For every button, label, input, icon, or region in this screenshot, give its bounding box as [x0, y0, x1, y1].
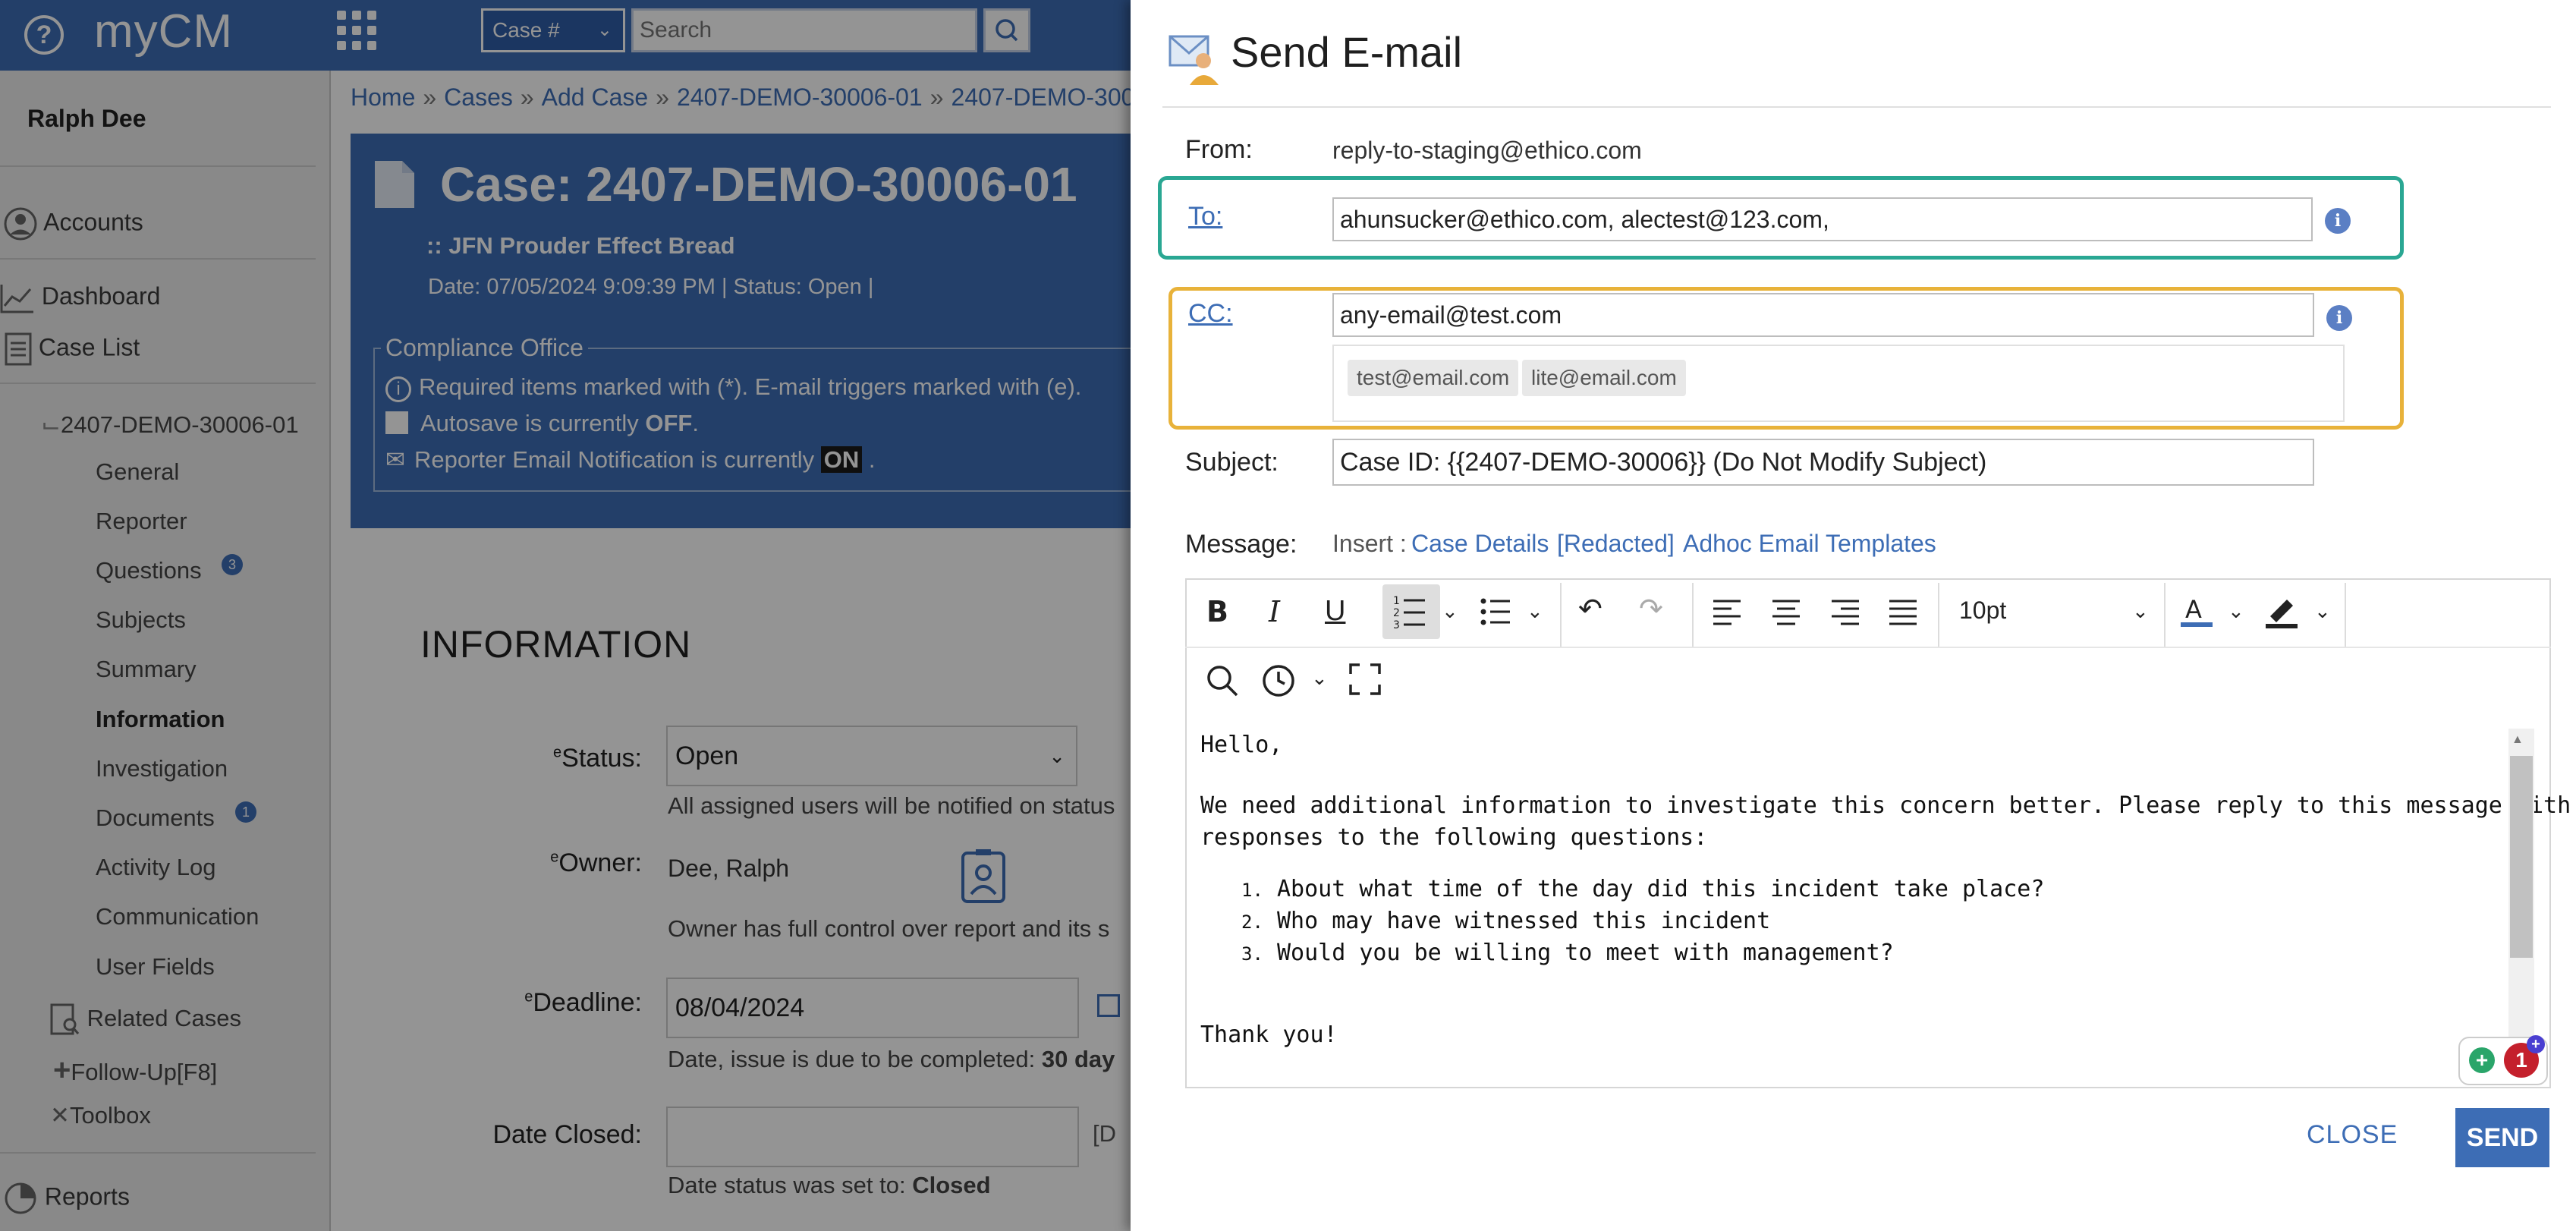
font-size-select[interactable]: 10pt [1959, 597, 2006, 625]
message-question-text: Would you be willing to meet with manage… [1276, 940, 1894, 966]
cc-input[interactable]: any-email@test.com [1332, 293, 2314, 337]
modal-backdrop[interactable] [0, 0, 1131, 1231]
numbered-list-button[interactable]: 123 [1382, 584, 1440, 639]
chevron-down-icon[interactable]: ⌄ [1311, 666, 1328, 690]
cc-suggestion-tag[interactable]: test@email.com [1348, 360, 1519, 396]
chevron-down-icon[interactable]: ⌄ [2132, 600, 2149, 623]
underline-icon[interactable]: U [1325, 595, 1345, 628]
cc-suggestion-tag[interactable]: lite@email.com [1522, 360, 1686, 396]
message-question: 2. Who may have witnessed this incident [1241, 908, 1771, 934]
cc-link[interactable]: CC: [1188, 299, 1233, 329]
divider [2164, 583, 2166, 648]
message-question-text: Who may have witnessed this incident [1276, 908, 1771, 934]
numbered-list-icon: 123 [1393, 595, 1425, 631]
chevron-down-icon[interactable]: ⌄ [2314, 600, 2331, 623]
subject-input[interactable]: Case ID: {{2407-DEMO-30006}} (Do Not Mod… [1332, 439, 2314, 486]
info-icon[interactable]: i [2326, 305, 2352, 331]
close-button[interactable]: CLOSE [2307, 1120, 2398, 1150]
divider [1185, 647, 2551, 648]
bold-icon[interactable]: B [1206, 595, 1228, 628]
modal-title: Send E-mail [1231, 28, 1463, 76]
message-question-text: About what time of the day did this inci… [1276, 876, 2045, 902]
message-closing: Thank you! [1200, 1022, 1338, 1048]
svg-text:1: 1 [1393, 595, 1400, 607]
insert-templates-link[interactable]: Adhoc Email Templates [1683, 530, 1936, 558]
to-link[interactable]: To: [1188, 202, 1222, 231]
align-justify-icon[interactable] [1888, 597, 1918, 631]
divider [2345, 583, 2346, 648]
info-icon[interactable]: i [2325, 208, 2351, 234]
clock-icon[interactable] [1261, 663, 1296, 702]
chevron-down-icon[interactable]: ⌄ [2228, 600, 2244, 623]
message-paragraph-line: We need additional information to invest… [1200, 792, 2576, 819]
text-color-icon[interactable]: A [2179, 593, 2214, 634]
align-left-icon[interactable] [1712, 597, 1742, 631]
undo-icon[interactable]: ↶ [1578, 592, 1603, 626]
to-input[interactable]: ahunsucker@ethico.com, alectest@123.com, [1332, 197, 2313, 241]
message-question: 3. Would you be willing to meet with man… [1241, 940, 1894, 966]
editor-scrollbar-thumb[interactable] [2510, 756, 2533, 958]
redo-icon[interactable]: ↷ [1639, 592, 1663, 626]
message-paragraph-line: responses to the following questions: [1200, 824, 1708, 851]
divider [1938, 583, 1939, 648]
subject-label: Subject: [1185, 448, 1279, 477]
message-question: 1. About what time of the day did this i… [1241, 876, 2045, 902]
align-right-icon[interactable] [1830, 597, 1860, 631]
grammar-plus-icon[interactable]: + [2469, 1047, 2495, 1073]
svg-text:A: A [2185, 595, 2202, 624]
font-size-value: 10pt [1959, 597, 2007, 624]
add-icon[interactable]: + [2527, 1035, 2545, 1053]
email-person-icon [1168, 30, 1222, 90]
insert-case-details-link[interactable]: Case Details [1411, 530, 1549, 558]
find-icon[interactable] [1205, 663, 1240, 702]
highlighter-icon[interactable] [2264, 593, 2299, 634]
message-label: Message: [1185, 530, 1297, 559]
from-value: reply-to-staging@ethico.com [1332, 137, 1642, 164]
message-greeting: Hello, [1200, 732, 1283, 758]
bullet-list-icon[interactable] [1480, 595, 1513, 632]
svg-text:3: 3 [1393, 619, 1400, 631]
divider [1162, 106, 2551, 108]
fullscreen-icon[interactable] [1349, 663, 1381, 699]
svg-text:2: 2 [1393, 607, 1400, 619]
insert-label: Insert : [1332, 530, 1407, 557]
chevron-down-icon[interactable]: ⌄ [1442, 600, 1458, 623]
italic-icon[interactable]: I [1269, 595, 1280, 628]
from-label: From: [1185, 135, 1253, 164]
send-button[interactable]: SEND [2455, 1108, 2549, 1167]
chevron-down-icon[interactable]: ⌄ [1527, 600, 1543, 623]
align-center-icon[interactable] [1771, 597, 1801, 631]
scroll-up-icon[interactable]: ▲ [2512, 733, 2524, 747]
divider [1692, 583, 1694, 648]
insert-redacted-link[interactable]: [Redacted] [1557, 530, 1675, 558]
divider [1560, 583, 1562, 648]
